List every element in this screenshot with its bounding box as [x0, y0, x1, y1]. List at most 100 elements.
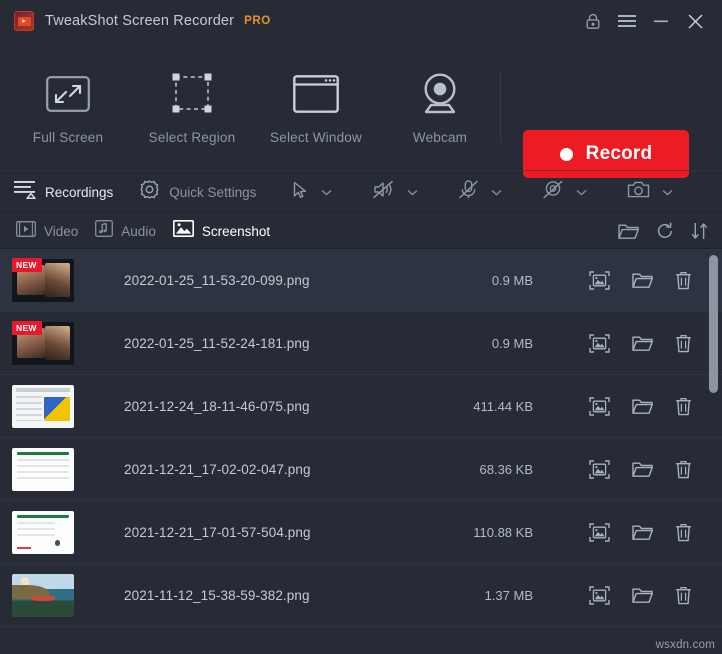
scrollbar-thumb[interactable]: [709, 255, 718, 393]
open-location-folder-icon[interactable]: [632, 587, 653, 604]
webcam-icon: [418, 71, 462, 117]
microphone-tool[interactable]: [456, 179, 510, 205]
camera-tool[interactable]: [625, 180, 681, 204]
system-audio-muted-icon: [372, 179, 395, 205]
tweakshot-window: TweakShot Screen Recorder PRO Full Scree…: [0, 0, 722, 654]
delete-trash-icon[interactable]: [675, 460, 692, 479]
preview-image-icon[interactable]: [589, 459, 610, 479]
delete-trash-icon[interactable]: [675, 397, 692, 416]
recordings-label: Recordings: [45, 184, 114, 200]
capture-mode-select-region[interactable]: Select Region: [130, 67, 254, 145]
capture-mode-full-screen[interactable]: Full Screen: [6, 67, 130, 145]
open-location-folder-icon[interactable]: [632, 272, 653, 289]
camera-dropdown-caret[interactable]: [656, 185, 679, 200]
row-thumbnail-wrap: [12, 573, 74, 617]
row-filesize: 1.37 MB: [484, 587, 533, 603]
table-row[interactable]: 2021-12-24_18-11-46-075.png 411.44 KB: [0, 375, 722, 438]
open-folder-icon[interactable]: [618, 223, 639, 240]
microphone-dropdown-caret[interactable]: [485, 185, 508, 200]
open-location-folder-icon[interactable]: [632, 524, 653, 541]
row-filename: 2021-11-12_15-38-59-382.png: [124, 587, 310, 603]
new-badge: NEW: [12, 257, 42, 272]
screenshot-image-icon: [172, 220, 194, 242]
screenshot-list[interactable]: NEW 2022-01-25_11-53-20-099.png 0.9 MB NEW 2…: [0, 249, 722, 654]
sidebar-item-quick-settings[interactable]: Quick Settings: [139, 171, 260, 213]
row-filename: 2022-01-25_11-52-24-181.png: [124, 335, 310, 351]
app-title: TweakShot Screen Recorder: [45, 13, 235, 29]
select-region-icon: [170, 71, 214, 117]
hamburger-menu-icon[interactable]: [610, 6, 644, 36]
watermark: wsxdn.com: [655, 639, 715, 651]
row-thumbnail-wrap: [12, 447, 74, 491]
list-toolbar-actions: [618, 222, 708, 240]
record-button-label: Record: [585, 143, 653, 164]
minimize-icon[interactable]: [644, 6, 678, 36]
new-badge: NEW: [12, 320, 42, 335]
store-lock-icon[interactable]: [576, 6, 610, 36]
delete-trash-icon[interactable]: [675, 523, 692, 542]
refresh-icon[interactable]: [656, 222, 674, 240]
sort-icon[interactable]: [691, 222, 708, 240]
full-screen-icon: [46, 71, 90, 117]
gear-icon: [139, 179, 160, 205]
capture-mode-label: Full Screen: [32, 130, 104, 145]
system-audio-dropdown-caret[interactable]: [401, 185, 424, 200]
preview-image-icon[interactable]: [589, 333, 610, 353]
delete-trash-icon[interactable]: [675, 586, 692, 605]
webcam-dropdown-caret[interactable]: [570, 185, 593, 200]
preview-image-icon[interactable]: [589, 585, 610, 605]
row-thumbnail: [12, 384, 74, 428]
preview-image-icon[interactable]: [589, 396, 610, 416]
row-filesize: 411.44 KB: [473, 398, 533, 414]
delete-trash-icon[interactable]: [675, 334, 692, 353]
preview-image-icon[interactable]: [589, 522, 610, 542]
tab-screenshot[interactable]: Screenshot: [169, 220, 283, 242]
row-actions: [589, 270, 692, 290]
table-row[interactable]: 2021-12-21_17-02-02-047.png 68.36 KB: [0, 438, 722, 501]
capture-mode-bar: Full Screen Select Region Select Window …: [0, 42, 722, 178]
select-window-icon: [293, 71, 339, 117]
capture-mode-label: Select Region: [148, 130, 236, 145]
delete-trash-icon[interactable]: [675, 271, 692, 290]
preview-image-icon[interactable]: [589, 270, 610, 290]
open-location-folder-icon[interactable]: [632, 335, 653, 352]
row-thumbnail-wrap: [12, 384, 74, 428]
cursor-tool[interactable]: [290, 181, 340, 204]
table-row[interactable]: 2021-12-21_17-01-57-504.png 110.88 KB: [0, 501, 722, 564]
row-thumbnail-wrap: NEW: [12, 320, 74, 365]
row-actions: [589, 585, 692, 605]
capture-mode-label: Select Window: [270, 130, 362, 145]
table-row[interactable]: NEW 2022-01-25_11-52-24-181.png 0.9 MB: [0, 312, 722, 375]
row-filename: 2021-12-21_17-01-57-504.png: [124, 524, 311, 540]
row-thumbnail-wrap: NEW: [12, 257, 74, 302]
row-actions: [589, 459, 692, 479]
window-controls: [576, 6, 712, 36]
row-actions: [589, 522, 692, 542]
table-row[interactable]: 2021-11-12_15-38-59-382.png 1.37 MB: [0, 564, 722, 627]
close-icon[interactable]: [678, 6, 712, 36]
record-dot-icon: [559, 147, 573, 161]
cursor-dropdown-caret[interactable]: [315, 185, 338, 200]
media-type-tabs: Video Audio Screenshot: [0, 213, 722, 249]
table-row[interactable]: NEW 2022-01-25_11-53-20-099.png 0.9 MB: [0, 249, 722, 312]
capture-mode-select-window[interactable]: Select Window: [254, 67, 378, 145]
open-location-folder-icon[interactable]: [632, 461, 653, 478]
webcam-tool[interactable]: [540, 179, 595, 205]
row-thumbnail: [12, 510, 74, 554]
row-thumbnail-wrap: [12, 510, 74, 554]
open-location-folder-icon[interactable]: [632, 398, 653, 415]
sidebar-item-recordings[interactable]: Recordings: [14, 171, 117, 213]
tab-video[interactable]: Video: [12, 220, 91, 242]
list-scrollbar[interactable]: [709, 253, 718, 650]
microphone-muted-icon: [458, 179, 479, 205]
tab-audio[interactable]: Audio: [91, 220, 169, 242]
row-thumbnail: [12, 573, 74, 617]
row-filename: 2021-12-21_17-02-02-047.png: [124, 461, 311, 477]
system-audio-tool[interactable]: [370, 179, 426, 205]
row-filename: 2021-12-24_18-11-46-075.png: [124, 398, 310, 414]
toolbar-divider: [500, 70, 501, 142]
tweakshot-logo-icon: [14, 11, 34, 31]
row-actions: [589, 396, 692, 416]
tab-label: Screenshot: [201, 223, 271, 239]
capture-mode-webcam[interactable]: Webcam: [378, 67, 502, 145]
